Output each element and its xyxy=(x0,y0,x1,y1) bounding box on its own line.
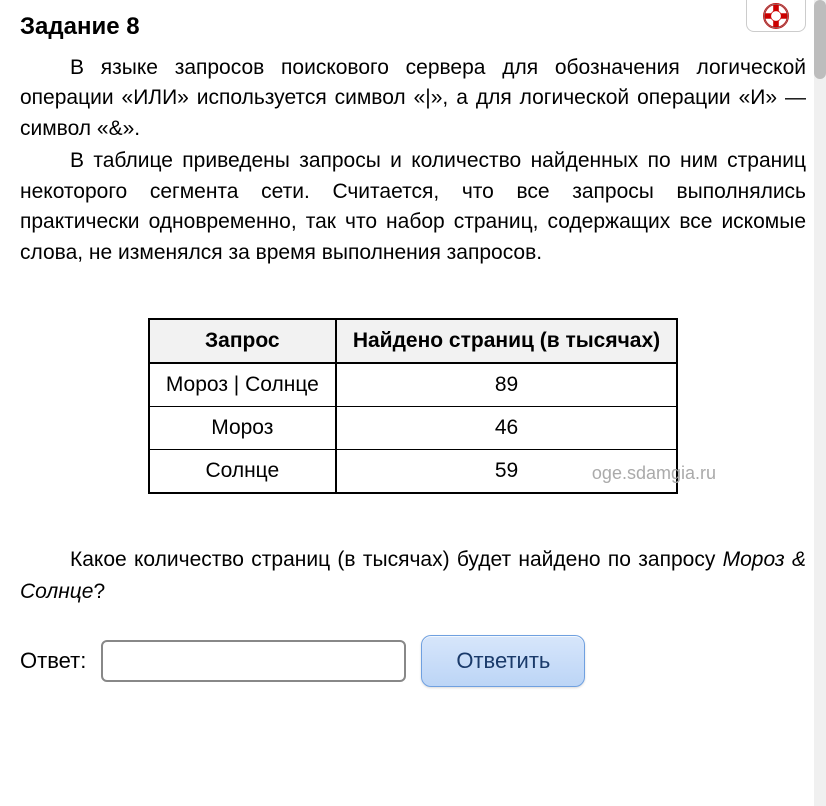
scrollbar-thumb[interactable] xyxy=(814,0,826,79)
table-header-count: Найдено страниц (в тысячах) xyxy=(336,319,677,363)
cell-count: 89 xyxy=(336,363,677,407)
question-prefix: Какое количество страниц (в тысячах) буд… xyxy=(70,548,723,571)
task-title: Задание 8 xyxy=(20,13,806,41)
question-suffix: ? xyxy=(93,580,105,603)
question-text: Какое количество страниц (в тысячах) буд… xyxy=(20,544,806,607)
cell-count: 46 xyxy=(336,407,677,450)
answer-input[interactable] xyxy=(101,640,406,682)
cell-query: Мороз xyxy=(149,407,336,450)
task-paragraph-2: В таблице приведены запросы и количество… xyxy=(20,146,806,268)
table-row: Мороз 46 xyxy=(149,407,677,450)
table-row: Солнце 59 xyxy=(149,450,677,494)
lifebuoy-icon xyxy=(762,2,790,30)
cell-query: Мороз | Солнце xyxy=(149,363,336,407)
help-button[interactable] xyxy=(746,0,806,32)
table-header-query: Запрос xyxy=(149,319,336,363)
submit-button[interactable]: Ответить xyxy=(421,635,585,687)
table-row: Мороз | Солнце 89 xyxy=(149,363,677,407)
task-paragraph-1: В языке запросов поискового сервера для … xyxy=(20,53,806,144)
answer-row: Ответ: Ответить xyxy=(20,635,806,687)
answer-label: Ответ: xyxy=(20,648,86,674)
cell-query: Солнце xyxy=(149,450,336,494)
table-container: Запрос Найдено страниц (в тысячах) Мороз… xyxy=(20,318,806,494)
cell-count: 59 xyxy=(336,450,677,494)
query-table: Запрос Найдено страниц (в тысячах) Мороз… xyxy=(148,318,678,494)
scrollbar[interactable] xyxy=(814,0,826,806)
